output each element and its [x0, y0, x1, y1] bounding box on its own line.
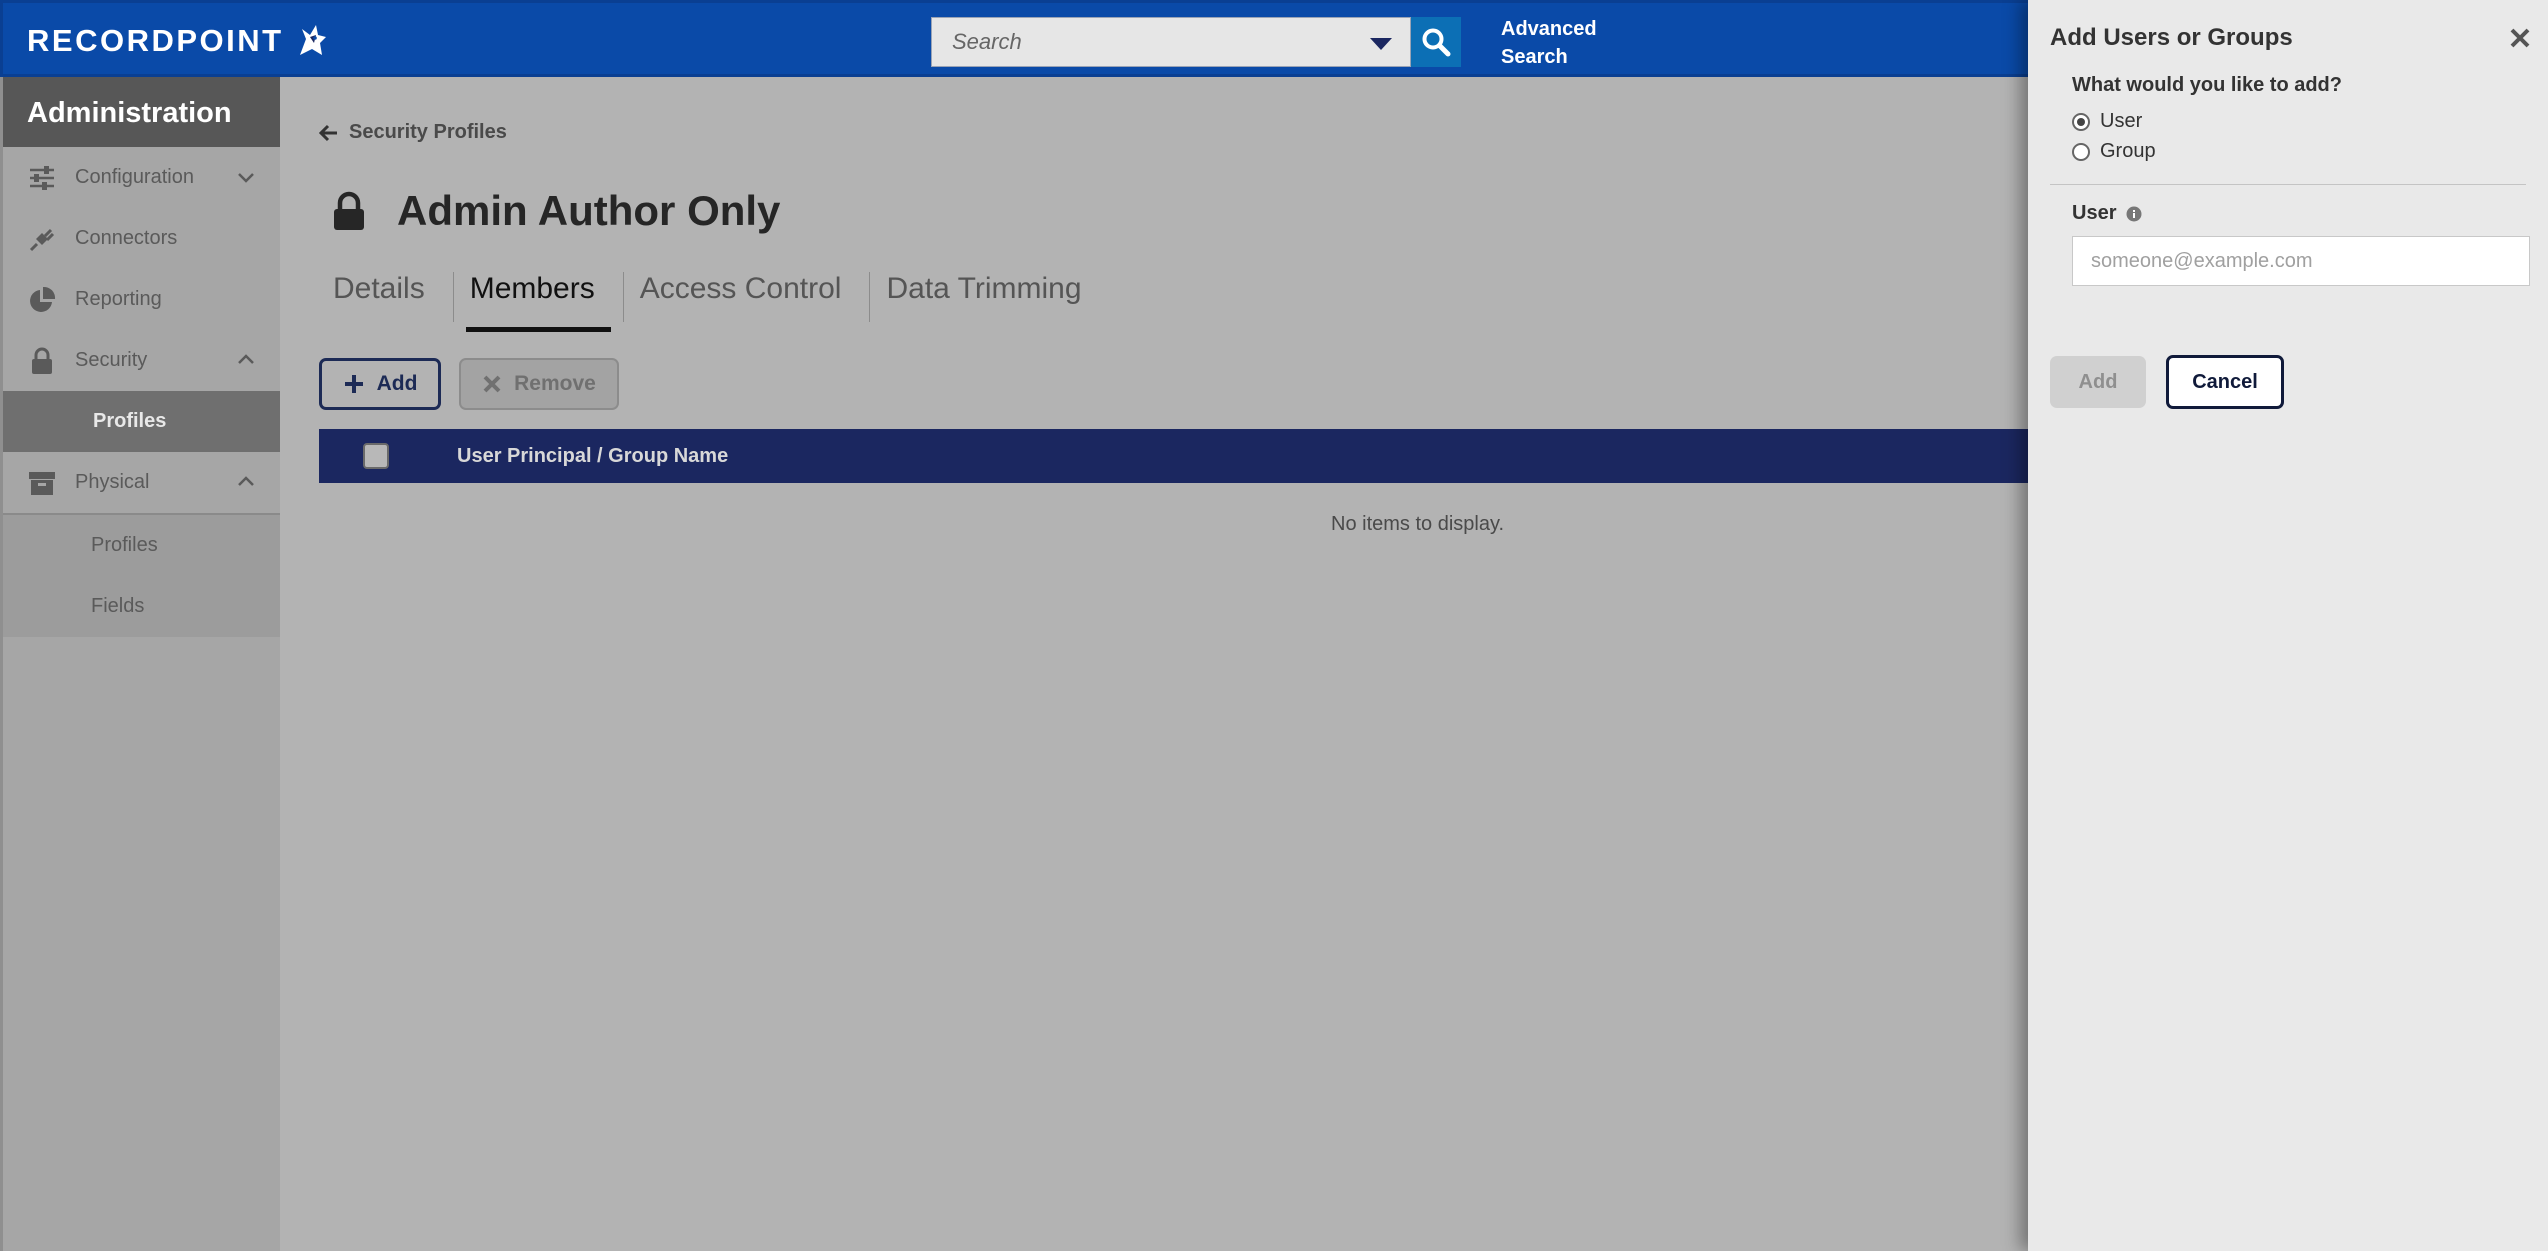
sidebar: Administration Configuration Connectors …	[0, 77, 280, 1251]
user-field-label-text: User	[2072, 202, 2117, 224]
breadcrumb[interactable]: Security Profiles	[319, 121, 507, 144]
radio-label: User	[2100, 110, 2143, 132]
sidebar-item-label: Security	[75, 349, 148, 371]
add-member-label: Add	[376, 372, 418, 395]
sidebar-subitem-physical-profiles[interactable]: Profiles	[3, 515, 280, 576]
page-title: Admin Author Only	[331, 187, 780, 235]
divider	[2050, 184, 2526, 185]
advanced-search-link[interactable]: Advanced Search	[1501, 15, 1597, 71]
sidebar-item-label: Reporting	[75, 288, 162, 310]
info-icon[interactable]	[2126, 206, 2142, 222]
tab-access-control[interactable]: Access Control	[622, 272, 870, 322]
tab-bar: Details Members Access Control Data Trim…	[319, 272, 1110, 332]
panel-title: Add Users or Groups	[2050, 24, 2293, 51]
add-users-groups-panel: Add Users or Groups What would you like …	[2028, 0, 2548, 1251]
sidebar-item-physical[interactable]: Physical	[3, 452, 280, 513]
page-title-text: Admin Author Only	[397, 187, 781, 234]
breadcrumb-label: Security Profiles	[349, 121, 507, 143]
sidebar-subitem-security-profiles[interactable]: Profiles	[3, 391, 280, 452]
lock-icon	[334, 191, 364, 230]
plug-icon	[27, 224, 57, 254]
chevron-up-icon	[238, 476, 254, 486]
arrow-left-icon	[319, 124, 337, 141]
sliders-icon	[27, 163, 57, 193]
panel-add-button[interactable]: Add	[2050, 356, 2146, 408]
remove-member-label: Remove	[514, 372, 596, 395]
remove-member-button[interactable]: Remove	[459, 358, 619, 410]
close-icon[interactable]	[2508, 26, 2532, 50]
sidebar-item-label: Configuration	[75, 166, 194, 188]
radio-button[interactable]	[2072, 112, 2090, 131]
sidebar-title: Administration	[3, 77, 280, 147]
radio-user[interactable]: User	[2072, 110, 2142, 133]
panel-cancel-button[interactable]: Cancel	[2166, 355, 2284, 409]
logo[interactable]: RECORDPOINT	[27, 21, 330, 61]
tab-details[interactable]: Details	[319, 272, 453, 322]
add-member-button[interactable]: Add	[319, 358, 441, 410]
tab-data-trimming[interactable]: Data Trimming	[869, 272, 1109, 322]
tab-members[interactable]: Members	[452, 272, 623, 332]
column-header-name[interactable]: User Principal / Group Name	[457, 445, 728, 468]
sidebar-item-configuration[interactable]: Configuration	[3, 147, 280, 208]
search-box	[931, 17, 1411, 67]
search-button[interactable]	[1411, 17, 1461, 67]
advanced-search-line1: Advanced	[1501, 18, 1597, 40]
logo-text: RECORDPOINT	[27, 23, 284, 58]
chevron-up-icon	[238, 354, 254, 364]
advanced-search-line2: Search	[1501, 46, 1568, 68]
sidebar-subitem-physical-fields[interactable]: Fields	[3, 576, 280, 637]
logo-bird-icon	[299, 25, 326, 55]
chevron-down-icon	[238, 173, 254, 183]
empty-table-message: No items to display.	[1331, 513, 1505, 535]
sidebar-item-security[interactable]: Security	[3, 330, 280, 391]
select-all-checkbox[interactable]	[363, 443, 389, 469]
user-email-input[interactable]	[2072, 236, 2530, 286]
sidebar-physical-subgroup: Profiles Fields	[3, 513, 280, 637]
sidebar-item-label: Connectors	[75, 227, 178, 249]
sidebar-item-label: Physical	[75, 471, 150, 493]
sidebar-item-reporting[interactable]: Reporting	[3, 269, 280, 330]
sidebar-item-connectors[interactable]: Connectors	[3, 208, 280, 269]
chevron-down-icon[interactable]	[1366, 34, 1396, 54]
plus-icon	[344, 375, 363, 393]
pie-chart-icon	[27, 285, 57, 315]
lock-icon	[27, 346, 57, 376]
radio-label: Group	[2100, 140, 2156, 162]
add-type-question: What would you like to add?	[2072, 74, 2342, 96]
main-content: Security Profiles Admin Author Only Deta…	[283, 77, 2028, 1251]
search-input[interactable]	[932, 18, 1410, 66]
radio-group[interactable]: Group	[2072, 140, 2156, 163]
radio-button[interactable]	[2072, 142, 2090, 161]
archive-box-icon	[27, 468, 57, 498]
user-field-label: User	[2072, 202, 2142, 225]
search-icon	[1422, 28, 1451, 57]
members-table-header: User Principal / Group Name	[319, 429, 2028, 483]
close-icon	[483, 375, 501, 393]
